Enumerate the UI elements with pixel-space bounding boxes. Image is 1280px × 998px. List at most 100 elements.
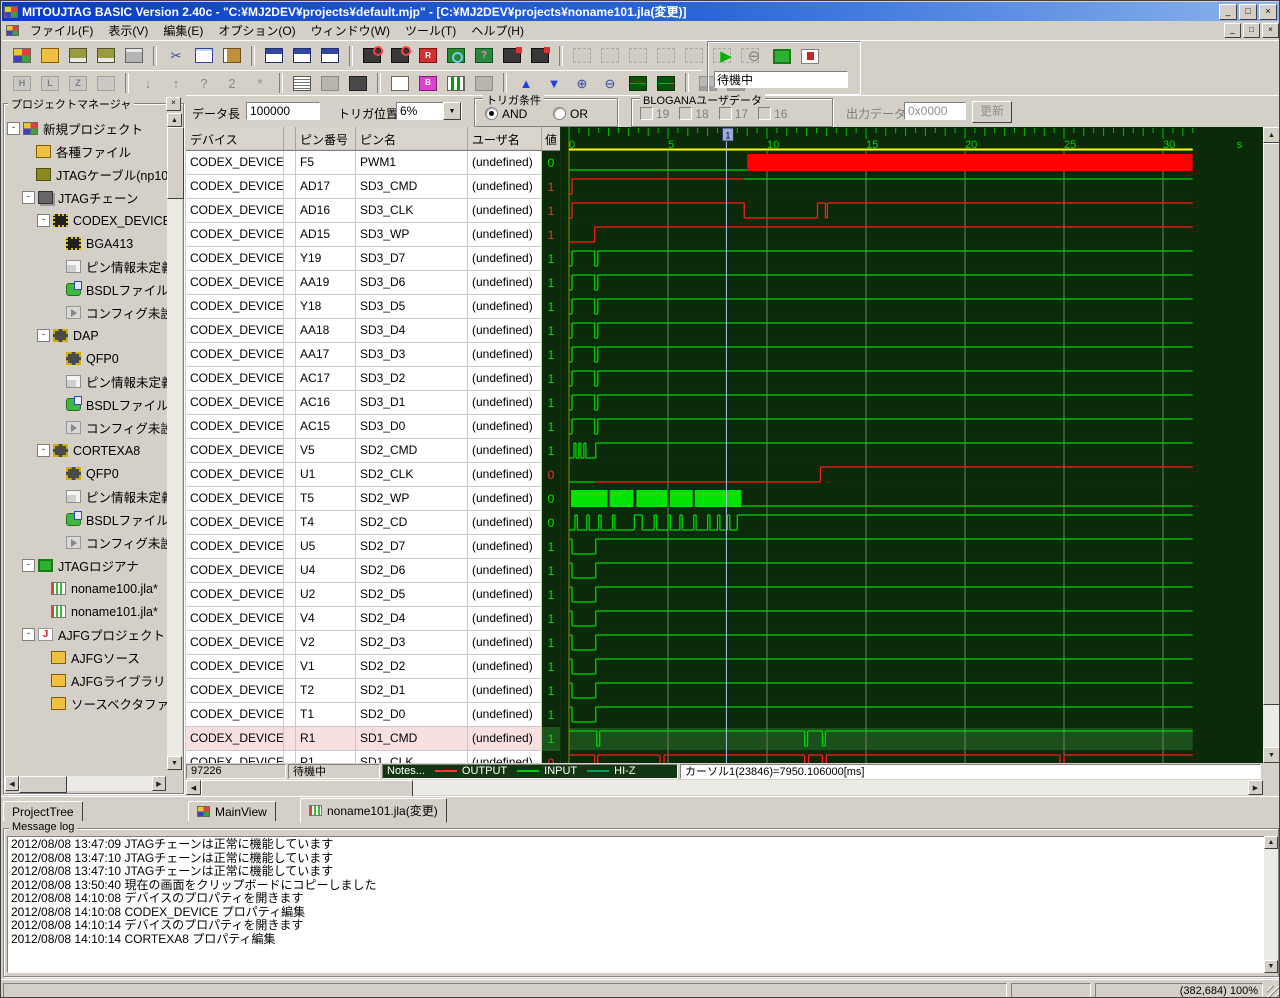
table-row[interactable]: CODEX_DEVICET1SD2_D0(undefined) bbox=[186, 703, 542, 727]
scroll-right-icon[interactable]: ▶ bbox=[1248, 780, 1263, 795]
maximize-button[interactable]: □ bbox=[1239, 4, 1257, 20]
table-row[interactable]: CODEX_DEVICET4SD2_CD(undefined) bbox=[186, 511, 542, 535]
run-status-field[interactable] bbox=[714, 71, 848, 88]
cut-button[interactable] bbox=[163, 44, 189, 68]
tree-item-12[interactable]: BSDLファイル参照 bbox=[7, 393, 167, 416]
table-row[interactable]: CODEX_DEVICEV4SD2_D4(undefined) bbox=[186, 607, 542, 631]
scroll-up-icon[interactable]: ▲ bbox=[1263, 127, 1280, 143]
window-tile-h-button[interactable] bbox=[289, 44, 315, 68]
table-row[interactable]: CODEX_DEVICET2SD2_D1(undefined) bbox=[186, 679, 542, 703]
tree-item-1[interactable]: 各種ファイル bbox=[7, 140, 167, 163]
scroll-up-icon[interactable]: ▲ bbox=[167, 113, 182, 127]
table-row[interactable]: CODEX_DEVICER1SD1_CMD(undefined) bbox=[186, 727, 542, 751]
tree-expander-icon[interactable]: - bbox=[37, 214, 50, 227]
add-device-button[interactable] bbox=[499, 44, 525, 68]
tab-noname101-jla-[interactable]: noname101.jla(変更) bbox=[300, 798, 447, 823]
menu-item-4[interactable]: ウィンドウ(W) bbox=[304, 21, 397, 40]
tree-item-2[interactable]: JTAGケーブル(np1010) bbox=[7, 163, 167, 186]
window-cascade-button[interactable] bbox=[261, 44, 287, 68]
wave-hscrollbar[interactable]: ◀ ▶ bbox=[186, 780, 1263, 795]
tree-item-16[interactable]: ピン情報未定義 bbox=[7, 485, 167, 508]
table-row[interactable]: CODEX_DEVICEAD17SD3_CMD(undefined) bbox=[186, 175, 542, 199]
menu-item-3[interactable]: オプション(O) bbox=[211, 21, 302, 40]
table-row[interactable]: CODEX_DEVICEP1SD1_CLK(undefined) bbox=[186, 751, 542, 763]
table-row[interactable]: CODEX_DEVICEY19SD3_D7(undefined) bbox=[186, 247, 542, 271]
tree-hscrollbar[interactable]: ◀ ▶ bbox=[5, 776, 166, 791]
tree-item-6[interactable]: ピン情報未定義 bbox=[7, 255, 167, 278]
table-row[interactable]: CODEX_DEVICEAD16SD3_CLK(undefined) bbox=[186, 199, 542, 223]
probe-connect-button[interactable] bbox=[359, 44, 385, 68]
blogana-bit-17-checkbox[interactable] bbox=[719, 107, 732, 120]
table-row[interactable]: CODEX_DEVICEU1SD2_CLK(undefined) bbox=[186, 463, 542, 487]
tree-vscrollbar[interactable]: ▲ ▼ bbox=[167, 113, 182, 770]
tree-item-5[interactable]: BGA413 bbox=[7, 232, 167, 255]
update-button[interactable]: 更新 bbox=[972, 101, 1012, 123]
scroll-left-icon[interactable]: ◀ bbox=[186, 780, 201, 795]
tree-item-13[interactable]: コンフィグ未設定 bbox=[7, 416, 167, 439]
table-row[interactable]: CODEX_DEVICEU4SD2_D6(undefined) bbox=[186, 559, 542, 583]
probe-disconnect-button[interactable] bbox=[387, 44, 413, 68]
new-wave-button[interactable] bbox=[387, 71, 413, 95]
tree-item-22[interactable]: -AJFGプロジェクト bbox=[7, 623, 167, 646]
scroll-left-icon[interactable]: ◀ bbox=[5, 776, 19, 791]
trigger-or-radio[interactable] bbox=[553, 107, 566, 120]
menu-item-2[interactable]: 編集(E) bbox=[156, 21, 210, 40]
copy-button[interactable] bbox=[191, 44, 217, 68]
trigger-pos-select[interactable]: 6% ▼ bbox=[396, 102, 462, 120]
tree-item-4[interactable]: -CODEX_DEVICE bbox=[7, 209, 167, 232]
scroll-right-icon[interactable]: ▶ bbox=[152, 776, 166, 791]
tree-item-11[interactable]: ピン情報未定義 bbox=[7, 370, 167, 393]
tree-item-7[interactable]: BSDLファイル参照 bbox=[7, 278, 167, 301]
tree-item-25[interactable]: ソースベクタファイル bbox=[7, 692, 167, 715]
logana-view-button[interactable] bbox=[443, 71, 469, 95]
bram-editor-button[interactable] bbox=[415, 71, 441, 95]
menu-item-1[interactable]: 表示(V) bbox=[101, 21, 155, 40]
table-row[interactable]: CODEX_DEVICEV2SD2_D3(undefined) bbox=[186, 631, 542, 655]
table-row[interactable]: CODEX_DEVICEAC15SD3_D0(undefined) bbox=[186, 415, 542, 439]
tree-expander-icon[interactable]: - bbox=[37, 329, 50, 342]
minimize-button[interactable]: _ bbox=[1219, 4, 1237, 20]
add-device-list-button[interactable] bbox=[527, 44, 553, 68]
open-file-button[interactable] bbox=[37, 44, 63, 68]
scroll-thumb[interactable] bbox=[167, 127, 184, 199]
child-minimize-button[interactable]: _ bbox=[1224, 23, 1241, 38]
tree-item-8[interactable]: コンフィグ未設定 bbox=[7, 301, 167, 324]
table-row[interactable]: CODEX_DEVICEAC17SD3_D2(undefined) bbox=[186, 367, 542, 391]
table-row[interactable]: CODEX_DEVICEU2SD2_D5(undefined) bbox=[186, 583, 542, 607]
window-tile-v-button[interactable] bbox=[317, 44, 343, 68]
scroll-thumb[interactable] bbox=[19, 776, 67, 793]
tree-expander-icon[interactable]: - bbox=[22, 628, 35, 641]
tree-expander-icon[interactable]: - bbox=[22, 191, 35, 204]
trigger-and-radio[interactable] bbox=[485, 107, 498, 120]
log-vscrollbar[interactable]: ▲ ▼ bbox=[1264, 836, 1278, 973]
blogana-bit-18-checkbox[interactable] bbox=[679, 107, 692, 120]
signal-down-button[interactable] bbox=[541, 71, 567, 95]
tree-expander-icon[interactable]: - bbox=[22, 559, 35, 572]
paste-button[interactable] bbox=[219, 44, 245, 68]
zoom-out-button[interactable] bbox=[597, 71, 623, 95]
tree-item-24[interactable]: AJFGライブラリファイル bbox=[7, 669, 167, 692]
table-row[interactable]: CODEX_DEVICEAD15SD3_WP(undefined) bbox=[186, 223, 542, 247]
new-project-button[interactable] bbox=[9, 44, 35, 68]
table-row[interactable]: CODEX_DEVICEAC16SD3_D1(undefined) bbox=[186, 391, 542, 415]
data-length-input[interactable] bbox=[246, 102, 320, 120]
jtag-scan-button[interactable] bbox=[443, 44, 469, 68]
table-row[interactable]: CODEX_DEVICET5SD2_WP(undefined) bbox=[186, 487, 542, 511]
blogana-bit-19-checkbox[interactable] bbox=[640, 107, 653, 120]
child-restore-button[interactable]: □ bbox=[1243, 23, 1260, 38]
menu-item-6[interactable]: ヘルプ(H) bbox=[464, 21, 531, 40]
table-row[interactable]: CODEX_DEVICEAA17SD3_D3(undefined) bbox=[186, 343, 542, 367]
table-row[interactable]: CODEX_DEVICEAA18SD3_D4(undefined) bbox=[186, 319, 542, 343]
blogana-bit-16-checkbox[interactable] bbox=[758, 107, 771, 120]
save-as-button[interactable] bbox=[93, 44, 119, 68]
tree-item-9[interactable]: -DAP bbox=[7, 324, 167, 347]
table-row[interactable]: CODEX_DEVICEF5PWM1(undefined) bbox=[186, 151, 542, 175]
tree-expander-icon[interactable]: - bbox=[7, 122, 20, 135]
tree-item-19[interactable]: -JTAGロジアナ bbox=[7, 554, 167, 577]
device-view-button[interactable] bbox=[345, 71, 371, 95]
close-button[interactable]: × bbox=[1259, 4, 1277, 20]
table-row[interactable]: CODEX_DEVICEV5SD2_CMD(undefined) bbox=[186, 439, 542, 463]
panel-close-icon[interactable]: × bbox=[166, 97, 181, 111]
print-button[interactable] bbox=[121, 44, 147, 68]
menu-item-0[interactable]: ファイル(F) bbox=[23, 21, 100, 40]
